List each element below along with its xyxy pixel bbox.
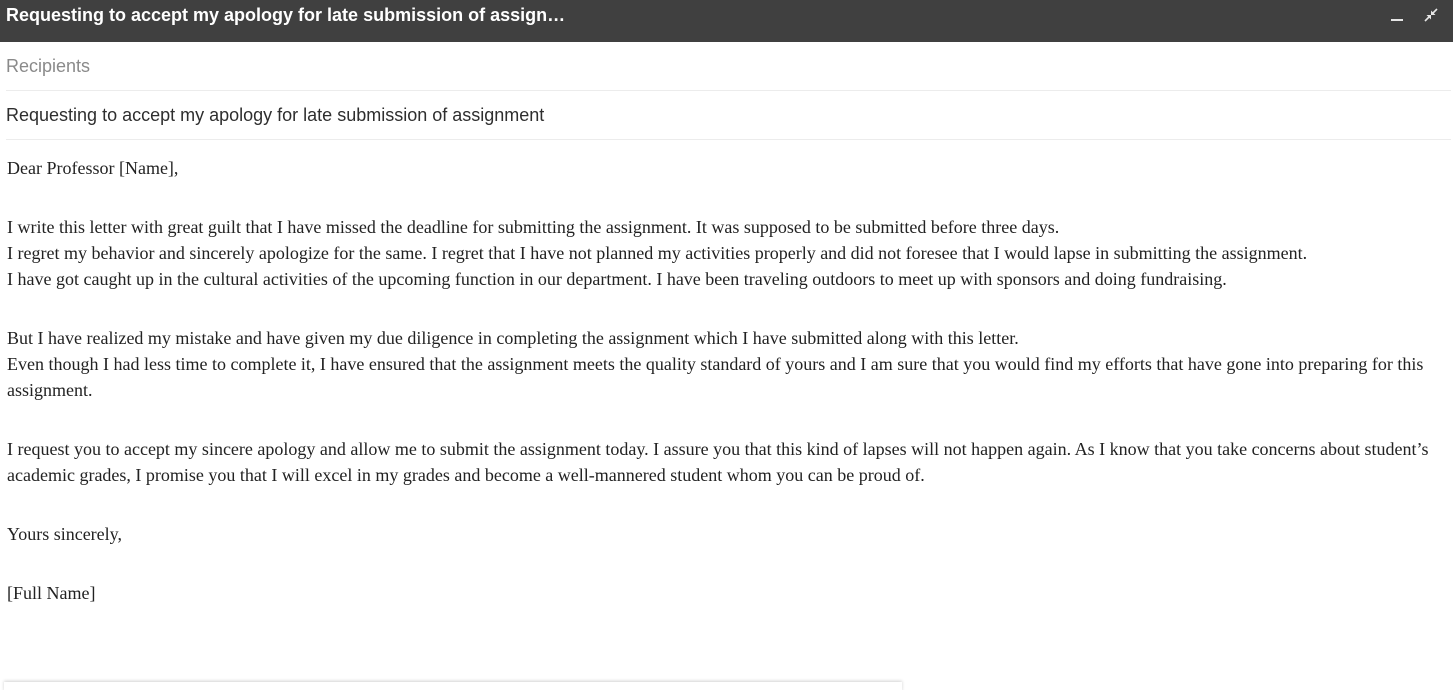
body-closing: Yours sincerely,	[7, 524, 122, 544]
exit-fullscreen-icon	[1424, 8, 1438, 22]
body-signature: [Full Name]	[7, 583, 96, 603]
exit-fullscreen-button[interactable]	[1420, 4, 1442, 26]
compose-title: Requesting to accept my apology for late…	[6, 5, 566, 25]
body-paragraph-2: But I have realized my mistake and have …	[7, 328, 1424, 400]
message-body[interactable]: Dear Professor [Name], I write this lett…	[7, 155, 1447, 639]
body-salutation: Dear Professor [Name],	[7, 158, 179, 178]
recipients-row: Recipients	[6, 42, 1451, 91]
compose-toolbar-edge	[4, 682, 902, 690]
compose-title-bar[interactable]: Requesting to accept my apology for late…	[0, 0, 1453, 42]
subject-input[interactable]: Requesting to accept my apology for late…	[6, 105, 544, 125]
subject-row: Requesting to accept my apology for late…	[6, 91, 1451, 140]
recipients-input[interactable]: Recipients	[6, 56, 90, 76]
body-paragraph-1: I write this letter with great guilt tha…	[7, 217, 1308, 289]
body-paragraph-3: I request you to accept my sincere apolo…	[7, 439, 1434, 485]
minimize-icon	[1391, 19, 1403, 21]
compose-window: Requesting to accept my apology for late…	[0, 0, 1453, 690]
minimize-button[interactable]	[1386, 4, 1408, 26]
